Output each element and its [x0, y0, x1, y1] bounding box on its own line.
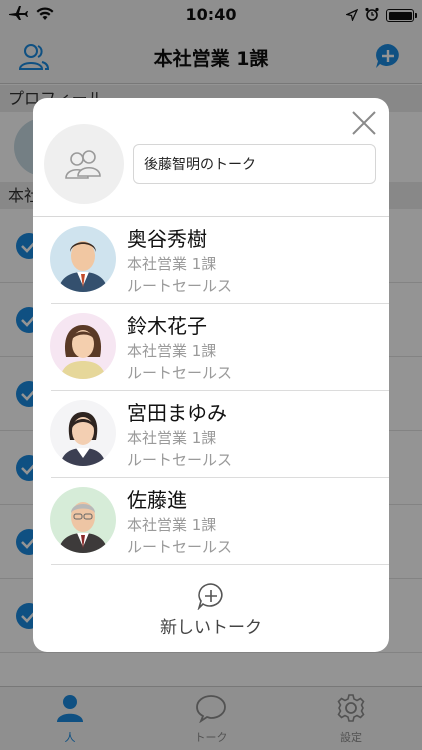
- member-row[interactable]: 奥谷秀樹 本社営業 1課 ルートセールス: [33, 217, 389, 304]
- man-suit-avatar: [50, 226, 116, 292]
- member-row[interactable]: 鈴木花子 本社営業 1課 ルートセールス: [33, 304, 389, 391]
- add-circle-icon: [197, 583, 223, 610]
- row-separator: [51, 564, 389, 565]
- member-role: ルートセールス: [127, 277, 233, 295]
- member-dept: 本社営業 1課: [127, 342, 217, 360]
- member-row[interactable]: 宮田まゆみ 本社営業 1課 ルートセールス: [33, 391, 389, 478]
- new-talk-button[interactable]: 新しいトーク: [33, 576, 389, 642]
- new-talk-label: 新しいトーク: [160, 618, 262, 638]
- woman-avatar: [50, 313, 116, 379]
- new-talk-dialog: 奥谷秀樹 本社営業 1課 ルートセールス 鈴木花子 本社営業 1課 ルートセール…: [33, 98, 389, 652]
- member-dept: 本社営業 1課: [127, 255, 217, 273]
- close-icon[interactable]: [351, 110, 377, 136]
- talk-name-input[interactable]: [133, 144, 376, 184]
- member-dept: 本社営業 1課: [127, 516, 217, 534]
- member-dept: 本社営業 1課: [127, 429, 217, 447]
- member-role: ルートセールス: [127, 364, 233, 382]
- member-name: 佐藤進: [127, 488, 187, 512]
- member-name: 奥谷秀樹: [127, 227, 207, 251]
- member-name: 宮田まゆみ: [127, 401, 227, 425]
- group-icon: [65, 150, 101, 179]
- member-role: ルートセールス: [127, 538, 233, 556]
- member-name: 鈴木花子: [127, 314, 207, 338]
- member-role: ルートセールス: [127, 451, 233, 469]
- group-avatar[interactable]: [44, 124, 124, 204]
- older-man-avatar: [50, 487, 116, 553]
- member-row[interactable]: 佐藤進 本社営業 1課 ルートセールス: [33, 478, 389, 565]
- woman-avatar: [50, 400, 116, 466]
- member-list: 奥谷秀樹 本社営業 1課 ルートセールス 鈴木花子 本社営業 1課 ルートセール…: [33, 217, 389, 565]
